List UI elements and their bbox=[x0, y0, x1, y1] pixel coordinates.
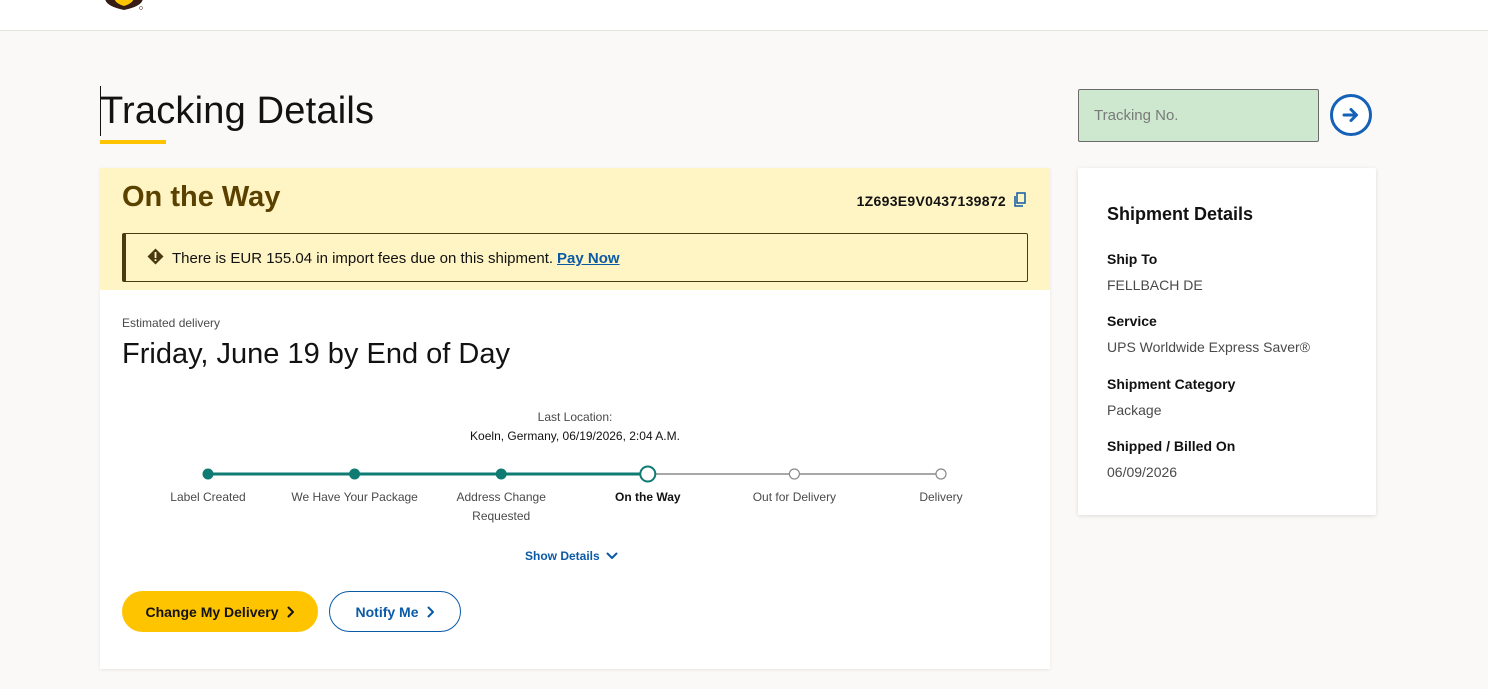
progress-step-dot bbox=[202, 468, 214, 480]
title-underline bbox=[100, 140, 166, 144]
page-title: Tracking Details bbox=[100, 90, 375, 132]
text-cursor bbox=[100, 86, 101, 136]
tracking-status-card: On the Way 1Z693E9V0437139872 There is E… bbox=[100, 168, 1050, 669]
last-location: Last Location: Koeln, Germany, 06/19/202… bbox=[100, 408, 1050, 446]
notify-me-label: Notify Me bbox=[355, 603, 419, 620]
ups-shield-logo-icon[interactable] bbox=[105, 0, 143, 10]
progress-step-dot bbox=[935, 468, 947, 480]
shipment-details-card: Shipment Details Ship To FELLBACH DE Ser… bbox=[1078, 168, 1376, 515]
progress-step-label: We Have Your Package bbox=[291, 490, 418, 504]
progress-step-label: Out for Delivery bbox=[752, 490, 837, 504]
show-details-toggle[interactable]: Show Details bbox=[525, 549, 618, 563]
detail-value: FELLBACH DE bbox=[1107, 277, 1203, 293]
detail-label: Shipment Category bbox=[1107, 376, 1236, 392]
last-location-label: Last Location: bbox=[537, 410, 613, 424]
progress-step-label: On the Way bbox=[615, 490, 681, 504]
pay-now-link[interactable]: Pay Now bbox=[557, 250, 620, 267]
detail-ship-to: Ship To FELLBACH DE bbox=[1107, 250, 1203, 294]
progress-step-dot bbox=[639, 465, 657, 483]
progress-step-label: Address Change Requested bbox=[456, 490, 546, 523]
detail-label: Shipped / Billed On bbox=[1107, 438, 1236, 454]
estimated-delivery-date: Friday, June 19 by End of Day bbox=[122, 338, 510, 370]
top-header bbox=[0, 0, 1488, 31]
tracking-number: 1Z693E9V0437139872 bbox=[856, 193, 1006, 209]
progress-step-dot bbox=[788, 468, 801, 480]
shipment-progress-tracker: Label Created We Have Your Package Address… bbox=[100, 464, 1050, 534]
progress-line bbox=[202, 465, 947, 483]
notify-me-button[interactable]: Notify Me bbox=[329, 591, 461, 632]
last-location-value: Koeln, Germany, 06/19/2026, 2:04 A.M. bbox=[470, 429, 680, 443]
copy-icon[interactable] bbox=[1013, 192, 1027, 208]
arrow-right-circle-icon bbox=[1342, 108, 1358, 122]
detail-value: 06/09/2026 bbox=[1107, 464, 1178, 480]
chevron-down-icon bbox=[606, 552, 618, 559]
tracking-number-input[interactable] bbox=[1078, 89, 1319, 142]
chevron-right-icon bbox=[287, 606, 294, 617]
estimated-delivery-label: Estimated delivery bbox=[122, 316, 221, 330]
status-banner: On the Way 1Z693E9V0437139872 There is E… bbox=[100, 168, 1050, 290]
change-my-delivery-label: Change My Delivery bbox=[145, 603, 279, 620]
import-fees-alert: There is EUR 155.04 in import fees due o… bbox=[122, 233, 1028, 282]
progress-step-dot bbox=[349, 468, 361, 480]
detail-label: Ship To bbox=[1107, 251, 1158, 267]
page-title-block: Tracking Details bbox=[100, 84, 375, 144]
detail-value: UPS Worldwide Express Saver® bbox=[1107, 339, 1311, 355]
detail-label: Service bbox=[1107, 313, 1157, 329]
detail-shipped-billed-on: Shipped / Billed On 06/09/2026 bbox=[1107, 437, 1235, 481]
alert-text: There is EUR 155.04 in import fees due o… bbox=[172, 250, 554, 267]
show-details-label: Show Details bbox=[525, 549, 600, 563]
detail-value: Package bbox=[1107, 402, 1162, 418]
progress-step-label: Delivery bbox=[919, 490, 963, 504]
progress-step-dot bbox=[495, 468, 507, 480]
alert-message: There is EUR 155.04 in import fees due o… bbox=[172, 250, 620, 267]
shipment-details-title: Shipment Details bbox=[1107, 204, 1254, 224]
change-my-delivery-button[interactable]: Change My Delivery bbox=[122, 591, 318, 632]
progress-step-label: Label Created bbox=[170, 490, 246, 504]
detail-service: Service UPS Worldwide Express Saver® bbox=[1107, 312, 1310, 356]
detail-shipment-category: Shipment Category Package bbox=[1107, 375, 1235, 419]
diamond-exclamation-icon bbox=[147, 248, 164, 265]
chevron-right-icon bbox=[427, 606, 434, 617]
track-go-button[interactable] bbox=[1330, 94, 1372, 136]
status-title: On the Way bbox=[122, 181, 281, 213]
